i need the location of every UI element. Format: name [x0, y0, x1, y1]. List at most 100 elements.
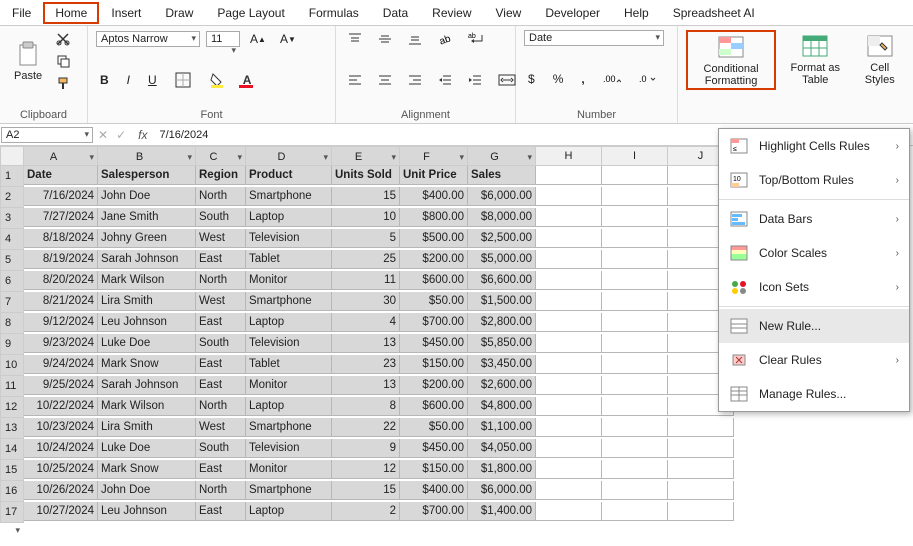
align-top-button[interactable]	[344, 30, 366, 48]
font-size-select[interactable]: 11	[206, 31, 240, 47]
cell[interactable]: 25	[332, 250, 400, 269]
cell[interactable]: 9/23/2024	[24, 334, 98, 353]
menu-formulas[interactable]: Formulas	[297, 2, 371, 24]
cell[interactable]: Lira Smith	[98, 418, 196, 437]
cell[interactable]: North	[196, 271, 246, 290]
align-left-button[interactable]	[344, 71, 366, 89]
cell[interactable]: Monitor	[246, 271, 332, 290]
cell[interactable]: $8,000.00	[468, 208, 536, 227]
menu-data-bars[interactable]: Data Bars›	[719, 202, 909, 236]
cell[interactable]: 11	[332, 271, 400, 290]
cell[interactable]: $400.00	[400, 187, 468, 206]
row-header[interactable]: 17	[0, 502, 24, 523]
cell[interactable]: $450.00	[400, 334, 468, 353]
cell[interactable]: $450.00	[400, 439, 468, 458]
cell[interactable]	[602, 418, 668, 437]
cell[interactable]: $400.00	[400, 481, 468, 500]
table-header-cell[interactable]: Units Sold	[332, 166, 400, 185]
cell[interactable]: Johny Green	[98, 229, 196, 248]
cell[interactable]: $1,400.00	[468, 502, 536, 521]
menu-page-layout[interactable]: Page Layout	[205, 2, 296, 24]
cell[interactable]: East	[196, 313, 246, 332]
table-header-cell[interactable]: Date	[24, 166, 98, 185]
row-header[interactable]: 6	[0, 271, 24, 292]
cell[interactable]: 9/12/2024	[24, 313, 98, 332]
italic-button[interactable]: I	[123, 71, 134, 89]
align-center-button[interactable]	[374, 71, 396, 89]
cell[interactable]	[602, 502, 668, 521]
cell[interactable]: $1,800.00	[468, 460, 536, 479]
cell[interactable]: 7/16/2024	[24, 187, 98, 206]
format-painter-button[interactable]	[52, 74, 74, 92]
cell[interactable]: $600.00	[400, 271, 468, 290]
cell[interactable]: $2,500.00	[468, 229, 536, 248]
cell[interactable]: $4,050.00	[468, 439, 536, 458]
cell[interactable]: East	[196, 376, 246, 395]
row-header[interactable]: 10	[0, 355, 24, 376]
cell[interactable]	[536, 313, 602, 332]
increase-decimal-button[interactable]: .00	[599, 71, 625, 87]
cell[interactable]: $200.00	[400, 250, 468, 269]
cell[interactable]: $5,000.00	[468, 250, 536, 269]
cell[interactable]	[668, 418, 734, 437]
cell[interactable]	[536, 418, 602, 437]
cell[interactable]	[602, 292, 668, 311]
menu-data[interactable]: Data	[371, 2, 420, 24]
row-header[interactable]: 2	[0, 187, 24, 208]
table-header-cell[interactable]: Salesperson	[98, 166, 196, 185]
cell[interactable]	[602, 166, 668, 185]
wrap-text-button[interactable]: ab	[464, 30, 490, 48]
cell[interactable]: Mark Wilson	[98, 397, 196, 416]
fx-icon[interactable]: fx	[130, 128, 155, 142]
conditional-formatting-button[interactable]: Conditional Formatting	[686, 30, 776, 90]
row-header[interactable]: 16	[0, 481, 24, 502]
cell[interactable]: West	[196, 292, 246, 311]
cell[interactable]: Luke Doe	[98, 334, 196, 353]
cell[interactable]: 30	[332, 292, 400, 311]
cell[interactable]: John Doe	[98, 187, 196, 206]
cell[interactable]: 13	[332, 376, 400, 395]
cell[interactable]: 9	[332, 439, 400, 458]
row-header[interactable]: 13	[0, 418, 24, 439]
cell[interactable]: Jane Smith	[98, 208, 196, 227]
cell[interactable]: Tablet	[246, 250, 332, 269]
underline-button[interactable]: U	[144, 71, 161, 89]
table-header-cell[interactable]: Region	[196, 166, 246, 185]
enter-button[interactable]: ✓	[112, 126, 130, 144]
number-format-select[interactable]: Date	[524, 30, 664, 46]
row-header[interactable]: 4	[0, 229, 24, 250]
cell[interactable]: $4,800.00	[468, 397, 536, 416]
cell[interactable]: East	[196, 250, 246, 269]
cell[interactable]: 22	[332, 418, 400, 437]
cell[interactable]	[668, 502, 734, 521]
cell[interactable]: John Doe	[98, 481, 196, 500]
cell[interactable]: Television	[246, 229, 332, 248]
font-color-button[interactable]: A	[239, 69, 258, 91]
col-header[interactable]: B	[98, 146, 196, 166]
cell[interactable]	[536, 229, 602, 248]
table-header-cell[interactable]: Product	[246, 166, 332, 185]
cell[interactable]: Luke Doe	[98, 439, 196, 458]
cancel-button[interactable]: ✕	[94, 126, 112, 144]
menu-highlight-cells-rules[interactable]: ≤ Highlight Cells Rules›	[719, 129, 909, 163]
menu-home[interactable]: Home	[43, 2, 99, 24]
cell[interactable]	[536, 250, 602, 269]
currency-button[interactable]: $	[524, 70, 539, 88]
cell[interactable]: Smartphone	[246, 187, 332, 206]
orientation-button[interactable]: ab	[434, 30, 456, 48]
cell[interactable]: $150.00	[400, 355, 468, 374]
row-header[interactable]: 5	[0, 250, 24, 271]
cell[interactable]: Leu Johnson	[98, 502, 196, 521]
row-header[interactable]: 12	[0, 397, 24, 418]
cell[interactable]: 10/27/2024	[24, 502, 98, 521]
cell[interactable]: $800.00	[400, 208, 468, 227]
cell[interactable]: North	[196, 397, 246, 416]
cell[interactable]: North	[196, 481, 246, 500]
menu-draw[interactable]: Draw	[153, 2, 205, 24]
menu-spreadsheet-ai[interactable]: Spreadsheet AI	[661, 2, 767, 24]
name-box[interactable]: A2	[1, 127, 93, 143]
cell[interactable]: 9/25/2024	[24, 376, 98, 395]
align-middle-button[interactable]	[374, 30, 396, 48]
row-header[interactable]: 1	[0, 166, 24, 187]
cell[interactable]: 13	[332, 334, 400, 353]
